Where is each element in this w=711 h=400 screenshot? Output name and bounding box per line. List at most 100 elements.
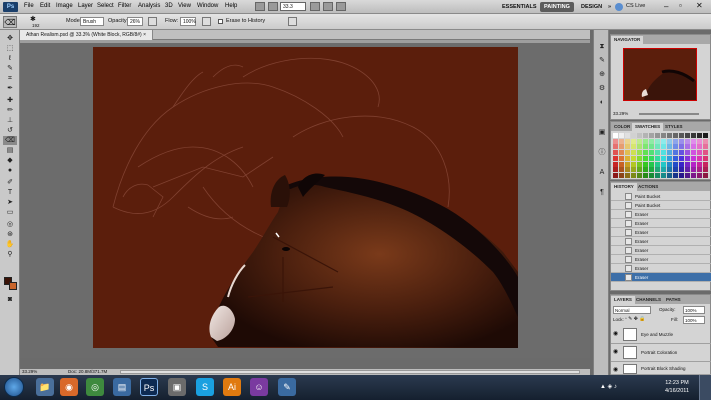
swatch[interactable] [679, 172, 684, 178]
swatch[interactable] [679, 167, 684, 173]
swatch[interactable] [631, 155, 636, 161]
quick-select-tool-icon[interactable]: ✎ [3, 64, 17, 73]
swatch[interactable] [673, 150, 678, 156]
bridge-icon[interactable] [255, 2, 265, 11]
clone-stamp-tool-icon[interactable]: ⊥ [3, 116, 17, 125]
tab-layers[interactable]: LAYERS [611, 296, 635, 304]
menu-image[interactable]: Image [56, 3, 73, 9]
arrange-docs-icon[interactable] [323, 2, 333, 11]
background-color-swatch[interactable] [9, 282, 17, 290]
swatch[interactable] [685, 172, 690, 178]
history-item[interactable]: Eraser [611, 255, 711, 264]
swatch[interactable] [685, 155, 690, 161]
swatch[interactable] [655, 172, 660, 178]
swatch[interactable] [625, 138, 630, 144]
swatch[interactable] [685, 133, 690, 138]
brush-panel-icon[interactable]: ✎ [595, 56, 609, 65]
swatch[interactable] [655, 144, 660, 150]
visibility-eye-icon[interactable]: ◉ [613, 349, 620, 356]
swatch[interactable] [613, 172, 618, 178]
swatch[interactable] [637, 161, 642, 167]
flow-field[interactable]: 100% [180, 17, 196, 26]
swatch[interactable] [637, 138, 642, 144]
swatch[interactable] [703, 172, 708, 178]
marquee-tool-icon[interactable]: ⬚ [3, 44, 17, 53]
swatch[interactable] [613, 167, 618, 173]
menu-filter[interactable]: Filter [118, 3, 131, 9]
swatch[interactable] [637, 133, 642, 138]
tab-styles[interactable]: STYLES [662, 123, 686, 131]
swatch[interactable] [643, 161, 648, 167]
swatch[interactable] [643, 172, 648, 178]
swatch[interactable] [703, 133, 708, 138]
menu-window[interactable]: Window [197, 3, 218, 9]
swatch[interactable] [625, 155, 630, 161]
swatch[interactable] [613, 133, 618, 138]
swatch[interactable] [703, 144, 708, 150]
swatch[interactable] [637, 150, 642, 156]
dodge-tool-icon[interactable]: ● [3, 166, 17, 175]
hand-tool-icon[interactable]: ✋ [3, 240, 17, 249]
skype-taskbar-icon[interactable]: S [196, 378, 214, 396]
swatch[interactable] [691, 150, 696, 156]
start-button-icon[interactable] [4, 377, 24, 397]
swatch[interactable] [649, 133, 654, 138]
swatch[interactable] [637, 155, 642, 161]
blend-mode-select[interactable]: Normal [613, 306, 651, 314]
blur-tool-icon[interactable]: ◆ [3, 156, 17, 165]
eraser-tool-preset-icon[interactable]: ⌫ [3, 16, 17, 28]
swatch[interactable] [703, 138, 708, 144]
airbrush-pressure-icon[interactable] [148, 17, 157, 26]
swatch[interactable] [649, 161, 654, 167]
path-select-tool-icon[interactable]: ➤ [3, 198, 17, 207]
swatch[interactable] [667, 138, 672, 144]
history-item[interactable]: Eraser [611, 264, 711, 273]
tab-channels[interactable]: CHANNELS [633, 296, 664, 304]
lasso-tool-icon[interactable]: ℓ [3, 54, 17, 63]
history-brush-tool-icon[interactable]: ↺ [3, 126, 17, 135]
minibridge-icon[interactable] [268, 2, 278, 11]
menu-layer[interactable]: Layer [78, 3, 93, 9]
swatch[interactable] [667, 150, 672, 156]
swatch[interactable] [619, 138, 624, 144]
history-item[interactable]: Eraser [611, 219, 711, 228]
swatch[interactable] [649, 138, 654, 144]
horizontal-scrollbar[interactable] [120, 370, 580, 374]
swatch[interactable] [625, 161, 630, 167]
swatch[interactable] [643, 133, 648, 138]
character-panel-icon[interactable]: A [595, 168, 609, 177]
messenger-taskbar-icon[interactable]: ☺ [250, 378, 268, 396]
history-panel-icon[interactable]: ⧗ [595, 42, 609, 51]
lock-icons[interactable]: ▫ ✎ ✥ 🔒 [625, 316, 646, 322]
layer-row[interactable]: ◉ Portrait Block Shading [611, 362, 711, 375]
swatch[interactable] [619, 155, 624, 161]
swatch[interactable] [661, 167, 666, 173]
swatch[interactable] [619, 133, 624, 138]
swatch[interactable] [631, 167, 636, 173]
menu-edit[interactable]: Edit [40, 3, 50, 9]
swatch[interactable] [661, 155, 666, 161]
swatch[interactable] [685, 144, 690, 150]
swatch[interactable] [649, 172, 654, 178]
swatch[interactable] [691, 172, 696, 178]
swatch[interactable] [619, 150, 624, 156]
layer-row[interactable]: ◉ Eye and Muzzle [611, 326, 711, 344]
swatch[interactable] [643, 150, 648, 156]
workspace-design-button[interactable]: DESIGN [577, 2, 606, 12]
swatch[interactable] [619, 144, 624, 150]
swatch[interactable] [673, 161, 678, 167]
close-icon[interactable]: ✕ [696, 1, 703, 10]
swatch[interactable] [691, 144, 696, 150]
swatch[interactable] [685, 161, 690, 167]
swatch[interactable] [697, 161, 702, 167]
eyedropper-tool-icon[interactable]: ✒ [3, 84, 17, 93]
swatch[interactable] [631, 161, 636, 167]
history-item-current[interactable]: Eraser [611, 273, 711, 282]
swatch[interactable] [679, 161, 684, 167]
swatch[interactable] [691, 167, 696, 173]
swatch[interactable] [673, 133, 678, 138]
swatch[interactable] [631, 138, 636, 144]
minimize-icon[interactable]: – [664, 2, 668, 11]
view-extras-icon[interactable] [310, 2, 320, 11]
tray-icons[interactable]: ▲ ◈ ♪ [600, 383, 617, 390]
